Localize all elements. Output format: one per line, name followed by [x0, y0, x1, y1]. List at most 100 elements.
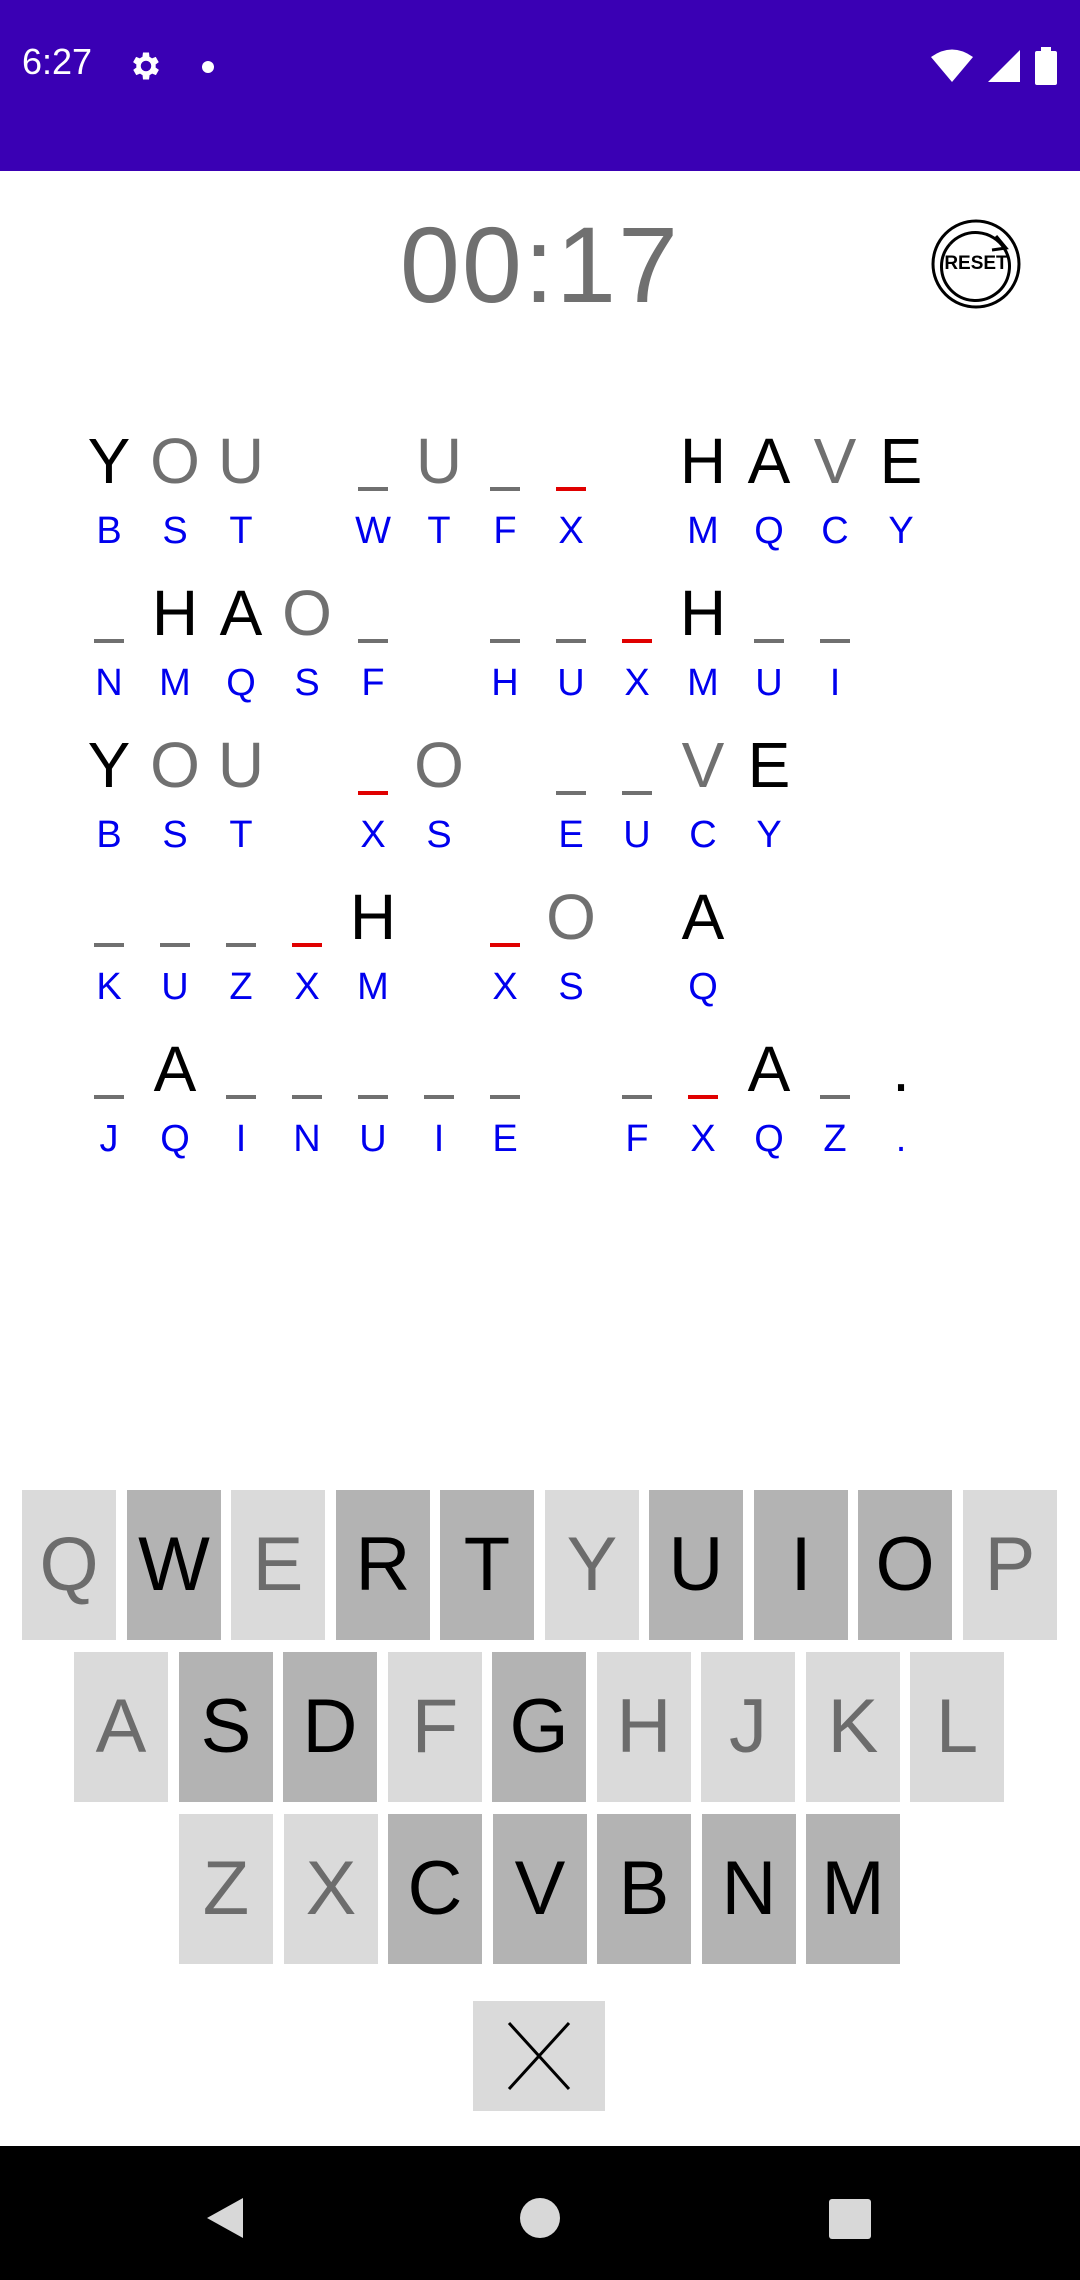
puzzle-cell[interactable]: X — [472, 881, 538, 1033]
key-t[interactable]: T — [440, 1490, 534, 1640]
key-h[interactable]: H — [597, 1652, 691, 1802]
reset-button[interactable]: RESET — [930, 218, 1022, 310]
puzzle-cell[interactable]: VC — [670, 729, 736, 881]
key-w[interactable]: W — [127, 1490, 221, 1640]
puzzle-cell[interactable]: W — [340, 425, 406, 577]
key-l[interactable]: L — [910, 1652, 1004, 1802]
puzzle-row: YBOSUTXOSEUVCEY — [76, 729, 1036, 881]
puzzle-cell[interactable]: H — [472, 577, 538, 729]
key-f[interactable]: F — [388, 1652, 482, 1802]
puzzle-cell[interactable]: N — [274, 1033, 340, 1185]
key-a[interactable]: A — [74, 1652, 168, 1802]
recents-icon[interactable] — [829, 2199, 871, 2239]
cipher-letter: K — [96, 966, 122, 1008]
key-i[interactable]: I — [754, 1490, 848, 1640]
key-z[interactable]: Z — [179, 1814, 273, 1964]
puzzle-cell[interactable]: HM — [670, 577, 736, 729]
cipher-letter: S — [558, 966, 584, 1008]
puzzle-cell[interactable]: I — [208, 1033, 274, 1185]
puzzle-cell[interactable]: U — [604, 729, 670, 881]
puzzle-cell[interactable]: OS — [538, 881, 604, 1033]
puzzle-cell[interactable]: UT — [208, 729, 274, 881]
puzzle-cell[interactable]: UT — [406, 425, 472, 577]
puzzle-cell[interactable]: AQ — [670, 881, 736, 1033]
cipher-letter: B — [96, 510, 122, 552]
puzzle-cell[interactable]: OS — [142, 425, 208, 577]
reset-label: RESET — [944, 253, 1008, 274]
puzzle-cell[interactable]: F — [604, 1033, 670, 1185]
puzzle-cell[interactable]: I — [406, 1033, 472, 1185]
puzzle-cell[interactable]: VC — [802, 425, 868, 577]
key-m[interactable]: M — [806, 1814, 900, 1964]
cipher-letter: Z — [229, 966, 253, 1008]
key-x[interactable]: X — [284, 1814, 378, 1964]
key-y[interactable]: Y — [545, 1490, 639, 1640]
puzzle-cell[interactable]: HM — [340, 881, 406, 1033]
key-o[interactable]: O — [858, 1490, 952, 1640]
puzzle-cell[interactable]: OS — [406, 729, 472, 881]
cipher-letter: Q — [688, 966, 718, 1008]
puzzle-cell[interactable]: X — [340, 729, 406, 881]
puzzle-cell[interactable]: YB — [76, 729, 142, 881]
key-q[interactable]: Q — [22, 1490, 116, 1640]
puzzle-cell[interactable]: X — [670, 1033, 736, 1185]
selected-blank — [490, 943, 520, 947]
key-g[interactable]: G — [492, 1652, 586, 1802]
letter-blank — [490, 487, 520, 491]
key-u[interactable]: U — [649, 1490, 743, 1640]
puzzle-cell[interactable]: N — [76, 577, 142, 729]
key-v[interactable]: V — [493, 1814, 587, 1964]
puzzle-cell[interactable]: X — [274, 881, 340, 1033]
puzzle-cell[interactable]: U — [340, 1033, 406, 1185]
puzzle-cell[interactable]: X — [538, 425, 604, 577]
letter-blank — [490, 639, 520, 643]
puzzle-cell[interactable]: AQ — [208, 577, 274, 729]
key-s[interactable]: S — [179, 1652, 273, 1802]
key-p[interactable]: P — [963, 1490, 1057, 1640]
puzzle-cell[interactable]: E — [538, 729, 604, 881]
key-k[interactable]: K — [806, 1652, 900, 1802]
puzzle-cell[interactable]: AQ — [736, 1033, 802, 1185]
puzzle-cell[interactable]: J — [76, 1033, 142, 1185]
guessed-letter: O — [546, 881, 596, 953]
puzzle-cell[interactable]: U — [736, 577, 802, 729]
puzzle-cell[interactable]: Z — [208, 881, 274, 1033]
puzzle-row: JAQINUIEFXAQZ.. — [76, 1033, 1036, 1185]
puzzle-cell[interactable]: AQ — [142, 1033, 208, 1185]
puzzle-cell[interactable]: HM — [142, 577, 208, 729]
puzzle-cell[interactable]: U — [142, 881, 208, 1033]
puzzle-cell[interactable]: F — [472, 425, 538, 577]
puzzle-cell[interactable]: X — [604, 577, 670, 729]
puzzle-cell[interactable]: E — [472, 1033, 538, 1185]
key-d[interactable]: D — [283, 1652, 377, 1802]
key-e[interactable]: E — [231, 1490, 325, 1640]
puzzle-cell[interactable]: I — [802, 577, 868, 729]
puzzle-cell[interactable]: UT — [208, 425, 274, 577]
home-icon[interactable] — [519, 2197, 561, 2239]
key-r[interactable]: R — [336, 1490, 430, 1640]
key-c[interactable]: C — [388, 1814, 482, 1964]
key-b[interactable]: B — [597, 1814, 691, 1964]
puzzle-cell[interactable]: U — [538, 577, 604, 729]
cipher-letter: S — [162, 814, 188, 856]
puzzle-cell[interactable]: F — [340, 577, 406, 729]
puzzle-cell[interactable]: AQ — [736, 425, 802, 577]
puzzle-cell[interactable]: YB — [76, 425, 142, 577]
given-letter: A — [153, 1033, 197, 1105]
back-icon[interactable] — [205, 2196, 245, 2240]
close-icon — [507, 2021, 571, 2091]
letter-blank — [556, 639, 586, 643]
puzzle-cell[interactable]: OS — [142, 729, 208, 881]
puzzle-cell[interactable]: EY — [736, 729, 802, 881]
key-j[interactable]: J — [701, 1652, 795, 1802]
puzzle-cell[interactable]: HM — [670, 425, 736, 577]
puzzle-cell[interactable]: K — [76, 881, 142, 1033]
key-n[interactable]: N — [702, 1814, 796, 1964]
cipher-letter: E — [558, 814, 584, 856]
cipher-letter: U — [161, 966, 189, 1008]
puzzle-cell[interactable]: Z — [802, 1033, 868, 1185]
puzzle-cell[interactable]: EY — [868, 425, 934, 577]
puzzle-cell[interactable]: OS — [274, 577, 340, 729]
delete-key[interactable] — [473, 2001, 605, 2111]
cipher-letter: Q — [160, 1118, 190, 1160]
